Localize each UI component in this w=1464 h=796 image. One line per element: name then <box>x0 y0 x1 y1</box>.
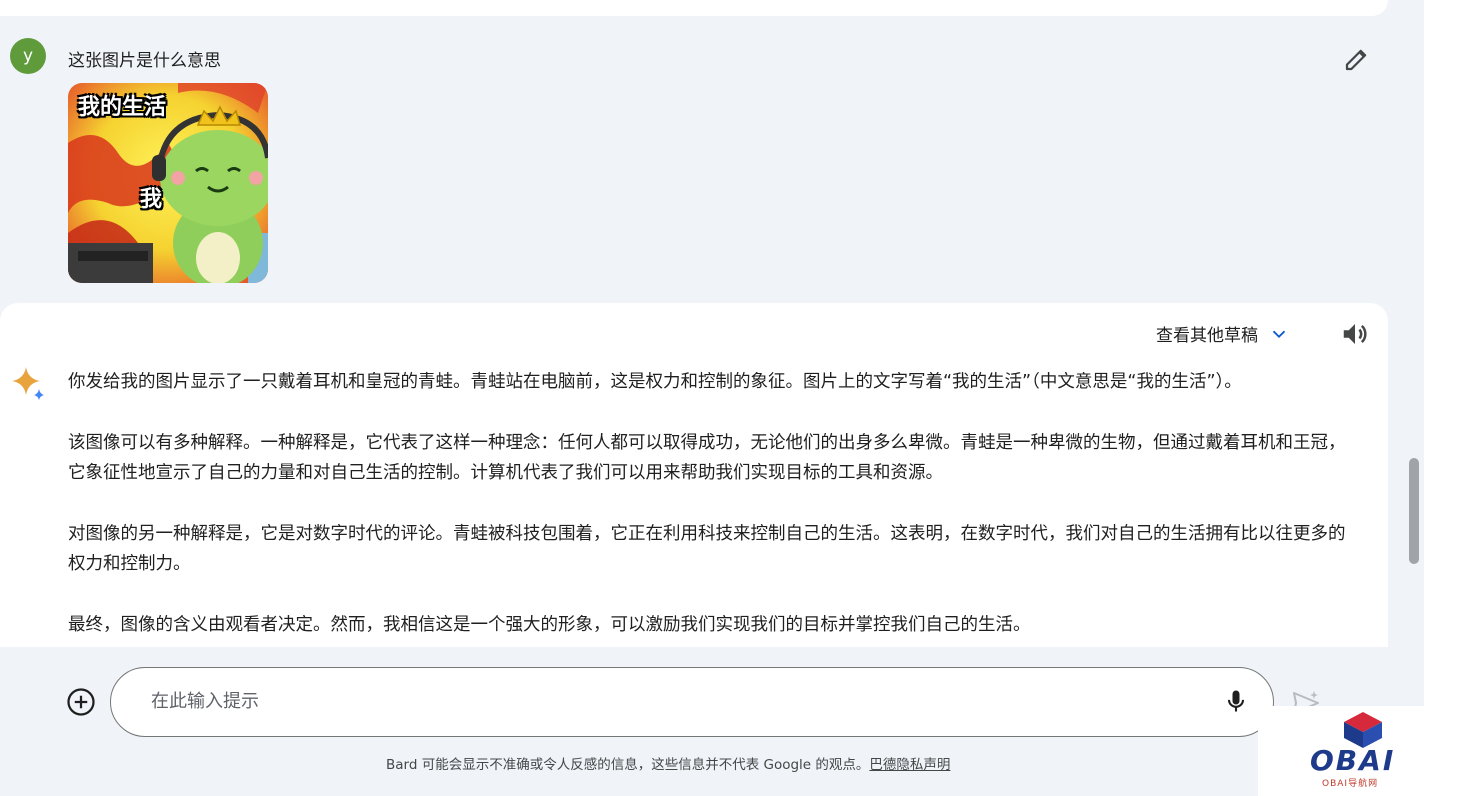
add-circle-icon[interactable] <box>66 687 96 717</box>
drafts-label: 查看其他草稿 <box>1156 326 1258 346</box>
response-paragraph: 最终，图像的含义由观看者决定。然而，我相信这是一个强大的形象，可以激励我们实现我… <box>68 615 1031 635</box>
watermark-brand: OBAI <box>1310 744 1396 777</box>
privacy-link[interactable]: 巴德隐私声明 <box>869 757 950 773</box>
watermark-subtitle: OBAI导航网 <box>1322 779 1379 789</box>
user-turn: y 这张图片是什么意思 我的生活 我 <box>0 36 1400 286</box>
response-paragraph: 对图像的另一种解释是，它是对数字时代的评论。青蛙被科技包围着，它正在利用科技来控… <box>68 524 1346 574</box>
mic-icon[interactable] <box>1222 686 1250 716</box>
user-avatar[interactable]: y <box>10 38 46 74</box>
scrollbar-thumb[interactable] <box>1409 458 1419 564</box>
disclaimer-text: Bard 可能会显示不准确或令人反感的信息，这些信息并不代表 Google 的观… <box>386 757 870 773</box>
volume-icon[interactable] <box>1340 319 1370 349</box>
image-caption-mid: 我 <box>140 187 163 212</box>
watermark-logo: OBAI OBAI导航网 <box>1258 706 1424 796</box>
response-paragraph: 你发给我的图片显示了一只戴着耳机和皇冠的青蛙。青蛙站在电脑前，这是权力和控制的象… <box>68 372 1242 392</box>
image-caption-top: 我的生活 <box>78 95 167 120</box>
response-paragraph: 该图像可以有多种解释。一种解释是，它代表了这样一种理念：任何人都可以取得成功，无… <box>68 433 1346 483</box>
right-gutter <box>1424 0 1464 796</box>
prompt-placeholder: 在此输入提示 <box>151 691 259 712</box>
prompt-input[interactable]: 在此输入提示 <box>110 667 1274 737</box>
response-card: 查看其他草稿 你发给我的图片显示了一只戴着耳机和皇冠的青蛙。青蛙站在电脑前，这是… <box>0 303 1388 647</box>
chevron-down-icon <box>1272 330 1286 338</box>
sparkle-icon <box>8 363 48 403</box>
uploaded-image[interactable]: 我的生活 我 <box>68 83 268 283</box>
previous-card-edge <box>0 0 1388 16</box>
view-other-drafts-button[interactable]: 查看其他草稿 <box>1156 321 1290 346</box>
edit-icon[interactable] <box>1342 44 1372 74</box>
user-message: 这张图片是什么意思 <box>68 51 221 71</box>
footer-disclaimer: Bard 可能会显示不准确或令人反感的信息，这些信息并不代表 Google 的观… <box>386 753 950 773</box>
response-text: 你发给我的图片显示了一只戴着耳机和皇冠的青蛙。青蛙站在电脑前，这是权力和控制的象… <box>68 367 1348 647</box>
